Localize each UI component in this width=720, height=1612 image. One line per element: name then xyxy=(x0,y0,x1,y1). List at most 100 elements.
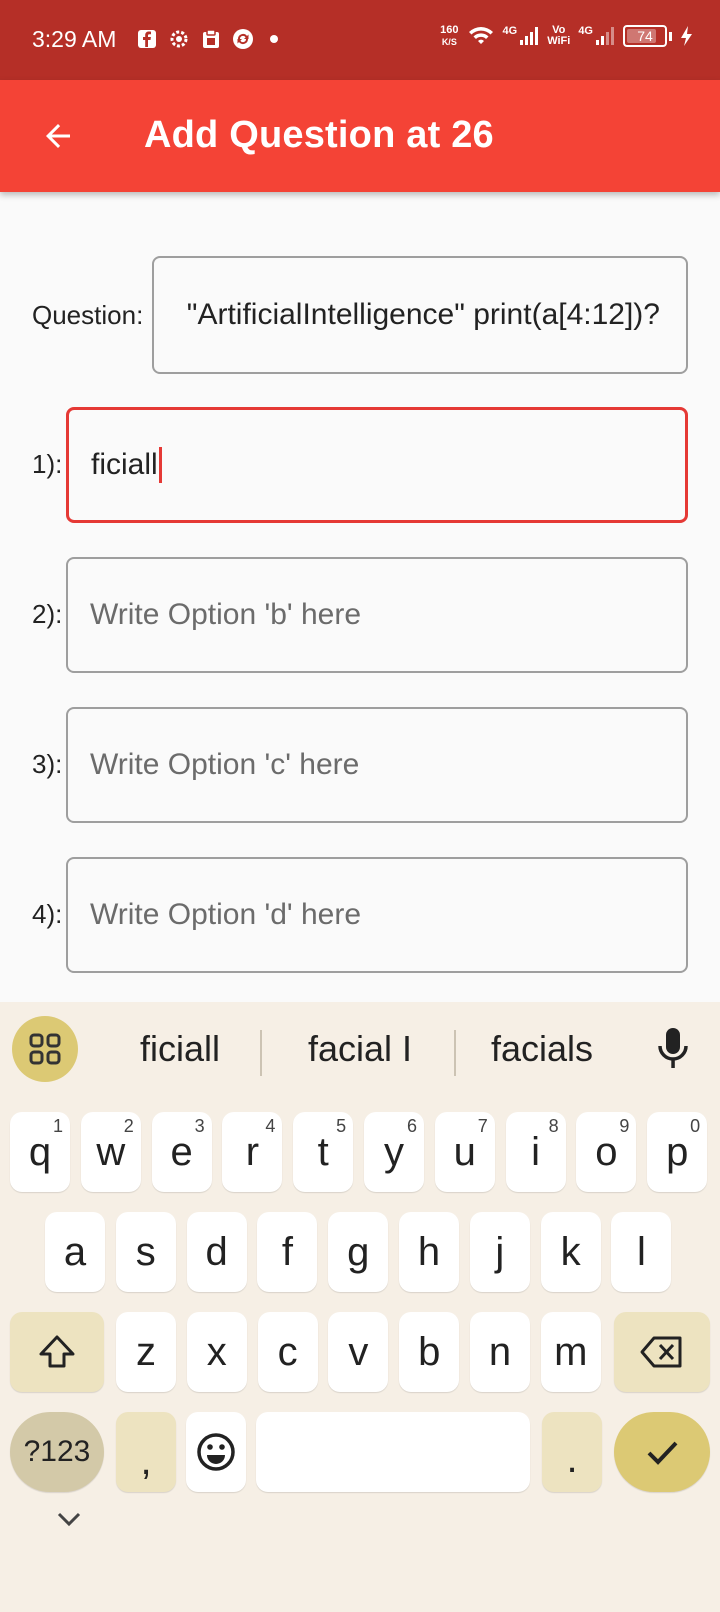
period-key[interactable]: . xyxy=(542,1412,602,1492)
checkmark-icon xyxy=(647,1441,678,1465)
done-key[interactable] xyxy=(614,1412,710,1492)
key-z[interactable]: z xyxy=(116,1312,176,1392)
key-number-hint: 9 xyxy=(619,1116,630,1136)
suggestion-2[interactable]: facial I xyxy=(266,1028,454,1070)
battery-tip xyxy=(669,31,672,41)
symbols-key[interactable]: ?123 xyxy=(10,1412,104,1492)
option-a-value: ficiall xyxy=(91,448,158,481)
chevron-down-icon xyxy=(57,1512,81,1527)
question-label: Question: xyxy=(32,300,144,330)
key-w[interactable]: w2 xyxy=(80,1112,141,1192)
key-number-hint: 6 xyxy=(406,1116,417,1136)
key-y[interactable]: y6 xyxy=(364,1112,424,1192)
signal-2: 4G xyxy=(578,26,615,46)
soft-keyboard: ficiall facial I facials q1w2e3r4t5y6u7i… xyxy=(0,1002,720,1612)
key-label: h xyxy=(417,1229,441,1274)
key-a[interactable]: a xyxy=(45,1212,105,1292)
apps-grid-icon xyxy=(29,1033,61,1065)
key-q[interactable]: q1 xyxy=(10,1112,70,1192)
app-bar: Add Question at 26 xyxy=(0,80,720,192)
key-o[interactable]: o9 xyxy=(576,1112,637,1192)
key-h[interactable]: h xyxy=(399,1212,459,1292)
facebook-icon xyxy=(138,30,156,48)
voice-input-button[interactable] xyxy=(656,1026,690,1075)
backspace-key[interactable] xyxy=(614,1312,710,1392)
key-label: n xyxy=(488,1329,512,1374)
key-number-hint: 0 xyxy=(690,1116,701,1136)
key-number-hint: 2 xyxy=(123,1116,134,1136)
key-label: s xyxy=(135,1229,156,1274)
option-a-input[interactable]: ficiall xyxy=(66,407,688,523)
key-label: p xyxy=(666,1129,689,1174)
suggestion-divider xyxy=(260,1030,262,1076)
key-c[interactable]: c xyxy=(257,1312,318,1392)
option-d-input[interactable]: Write Option 'd' here xyxy=(66,857,688,973)
key-n[interactable]: n xyxy=(470,1312,530,1392)
option-b-input[interactable]: Write Option 'b' here xyxy=(66,557,688,673)
emoji-icon xyxy=(197,1433,235,1471)
keyboard-menu-button[interactable] xyxy=(12,1016,78,1082)
option-c-input[interactable]: Write Option 'c' here xyxy=(66,707,688,823)
emoji-key[interactable] xyxy=(186,1412,246,1492)
key-s[interactable]: s xyxy=(115,1212,176,1292)
key-label: z xyxy=(136,1329,156,1374)
key-v[interactable]: v xyxy=(328,1312,389,1392)
battery-level: 74 xyxy=(637,28,653,44)
wifi-icon xyxy=(468,27,493,44)
shift-icon xyxy=(39,1335,75,1368)
suggestion-1[interactable]: ficiall xyxy=(96,1028,264,1070)
key-number-hint: 3 xyxy=(194,1116,205,1136)
key-g[interactable]: g xyxy=(328,1212,389,1292)
option-label-4: 4): xyxy=(32,899,63,929)
key-label: w xyxy=(96,1129,126,1174)
text-cursor xyxy=(158,447,162,483)
key-label: a xyxy=(63,1229,87,1274)
key-b[interactable]: b xyxy=(399,1312,460,1392)
key-label: k xyxy=(560,1229,581,1274)
network-type-1: 4G xyxy=(502,25,518,37)
option-b-placeholder: Write Option 'b' here xyxy=(90,598,362,631)
key-label: i xyxy=(531,1129,541,1174)
key-label: u xyxy=(453,1129,476,1174)
key-number-hint: 4 xyxy=(265,1116,276,1136)
key-m[interactable]: m xyxy=(540,1312,601,1392)
period-key-label: . xyxy=(566,1436,578,1481)
key-i[interactable]: i8 xyxy=(505,1112,566,1192)
shift-key[interactable] xyxy=(10,1312,104,1392)
key-u[interactable]: u7 xyxy=(434,1112,495,1192)
hide-keyboard-button[interactable] xyxy=(56,1510,82,1533)
suggestion-3[interactable]: facials xyxy=(458,1028,626,1070)
notification-icons xyxy=(136,28,278,50)
space-key[interactable] xyxy=(256,1412,530,1492)
arrow-back-icon xyxy=(46,124,70,148)
key-label: y xyxy=(384,1129,404,1174)
key-f[interactable]: f xyxy=(257,1212,318,1292)
speed-value: 160 xyxy=(440,24,459,36)
status-bar: 3:29 AM 160 K/S 4G Vo WiFi 4G 74 xyxy=(0,0,720,80)
question-input[interactable]: "ArtificialIntelligence" print(a[4:12])? xyxy=(152,256,688,374)
suggestion-bar: ficiall facial I facials xyxy=(0,1002,720,1098)
key-x[interactable]: x xyxy=(186,1312,247,1392)
key-r[interactable]: r4 xyxy=(222,1112,283,1192)
battery-indicator: 74 xyxy=(623,25,667,47)
key-e[interactable]: e3 xyxy=(151,1112,212,1192)
charging-icon xyxy=(681,26,692,46)
key-k[interactable]: k xyxy=(540,1212,601,1292)
volte-wifi-badge: Vo WiFi xyxy=(547,25,570,47)
key-p[interactable]: p0 xyxy=(647,1112,708,1192)
question-value: "ArtificialIntelligence" print(a[4:12])? xyxy=(186,298,660,331)
comma-key[interactable]: , xyxy=(116,1412,176,1492)
key-t[interactable]: t5 xyxy=(293,1112,354,1192)
option-c-placeholder: Write Option 'c' here xyxy=(90,748,360,781)
key-d[interactable]: d xyxy=(186,1212,247,1292)
key-number-hint: 8 xyxy=(548,1116,559,1136)
key-l[interactable]: l xyxy=(611,1212,672,1292)
key-label: c xyxy=(277,1329,298,1374)
back-button[interactable] xyxy=(28,106,88,166)
key-j[interactable]: j xyxy=(469,1212,530,1292)
sync-icon xyxy=(233,29,253,49)
key-label: r xyxy=(245,1129,260,1174)
network-type-2: 4G xyxy=(578,25,593,37)
key-number-hint: 7 xyxy=(477,1116,488,1136)
backspace-icon xyxy=(640,1336,682,1368)
